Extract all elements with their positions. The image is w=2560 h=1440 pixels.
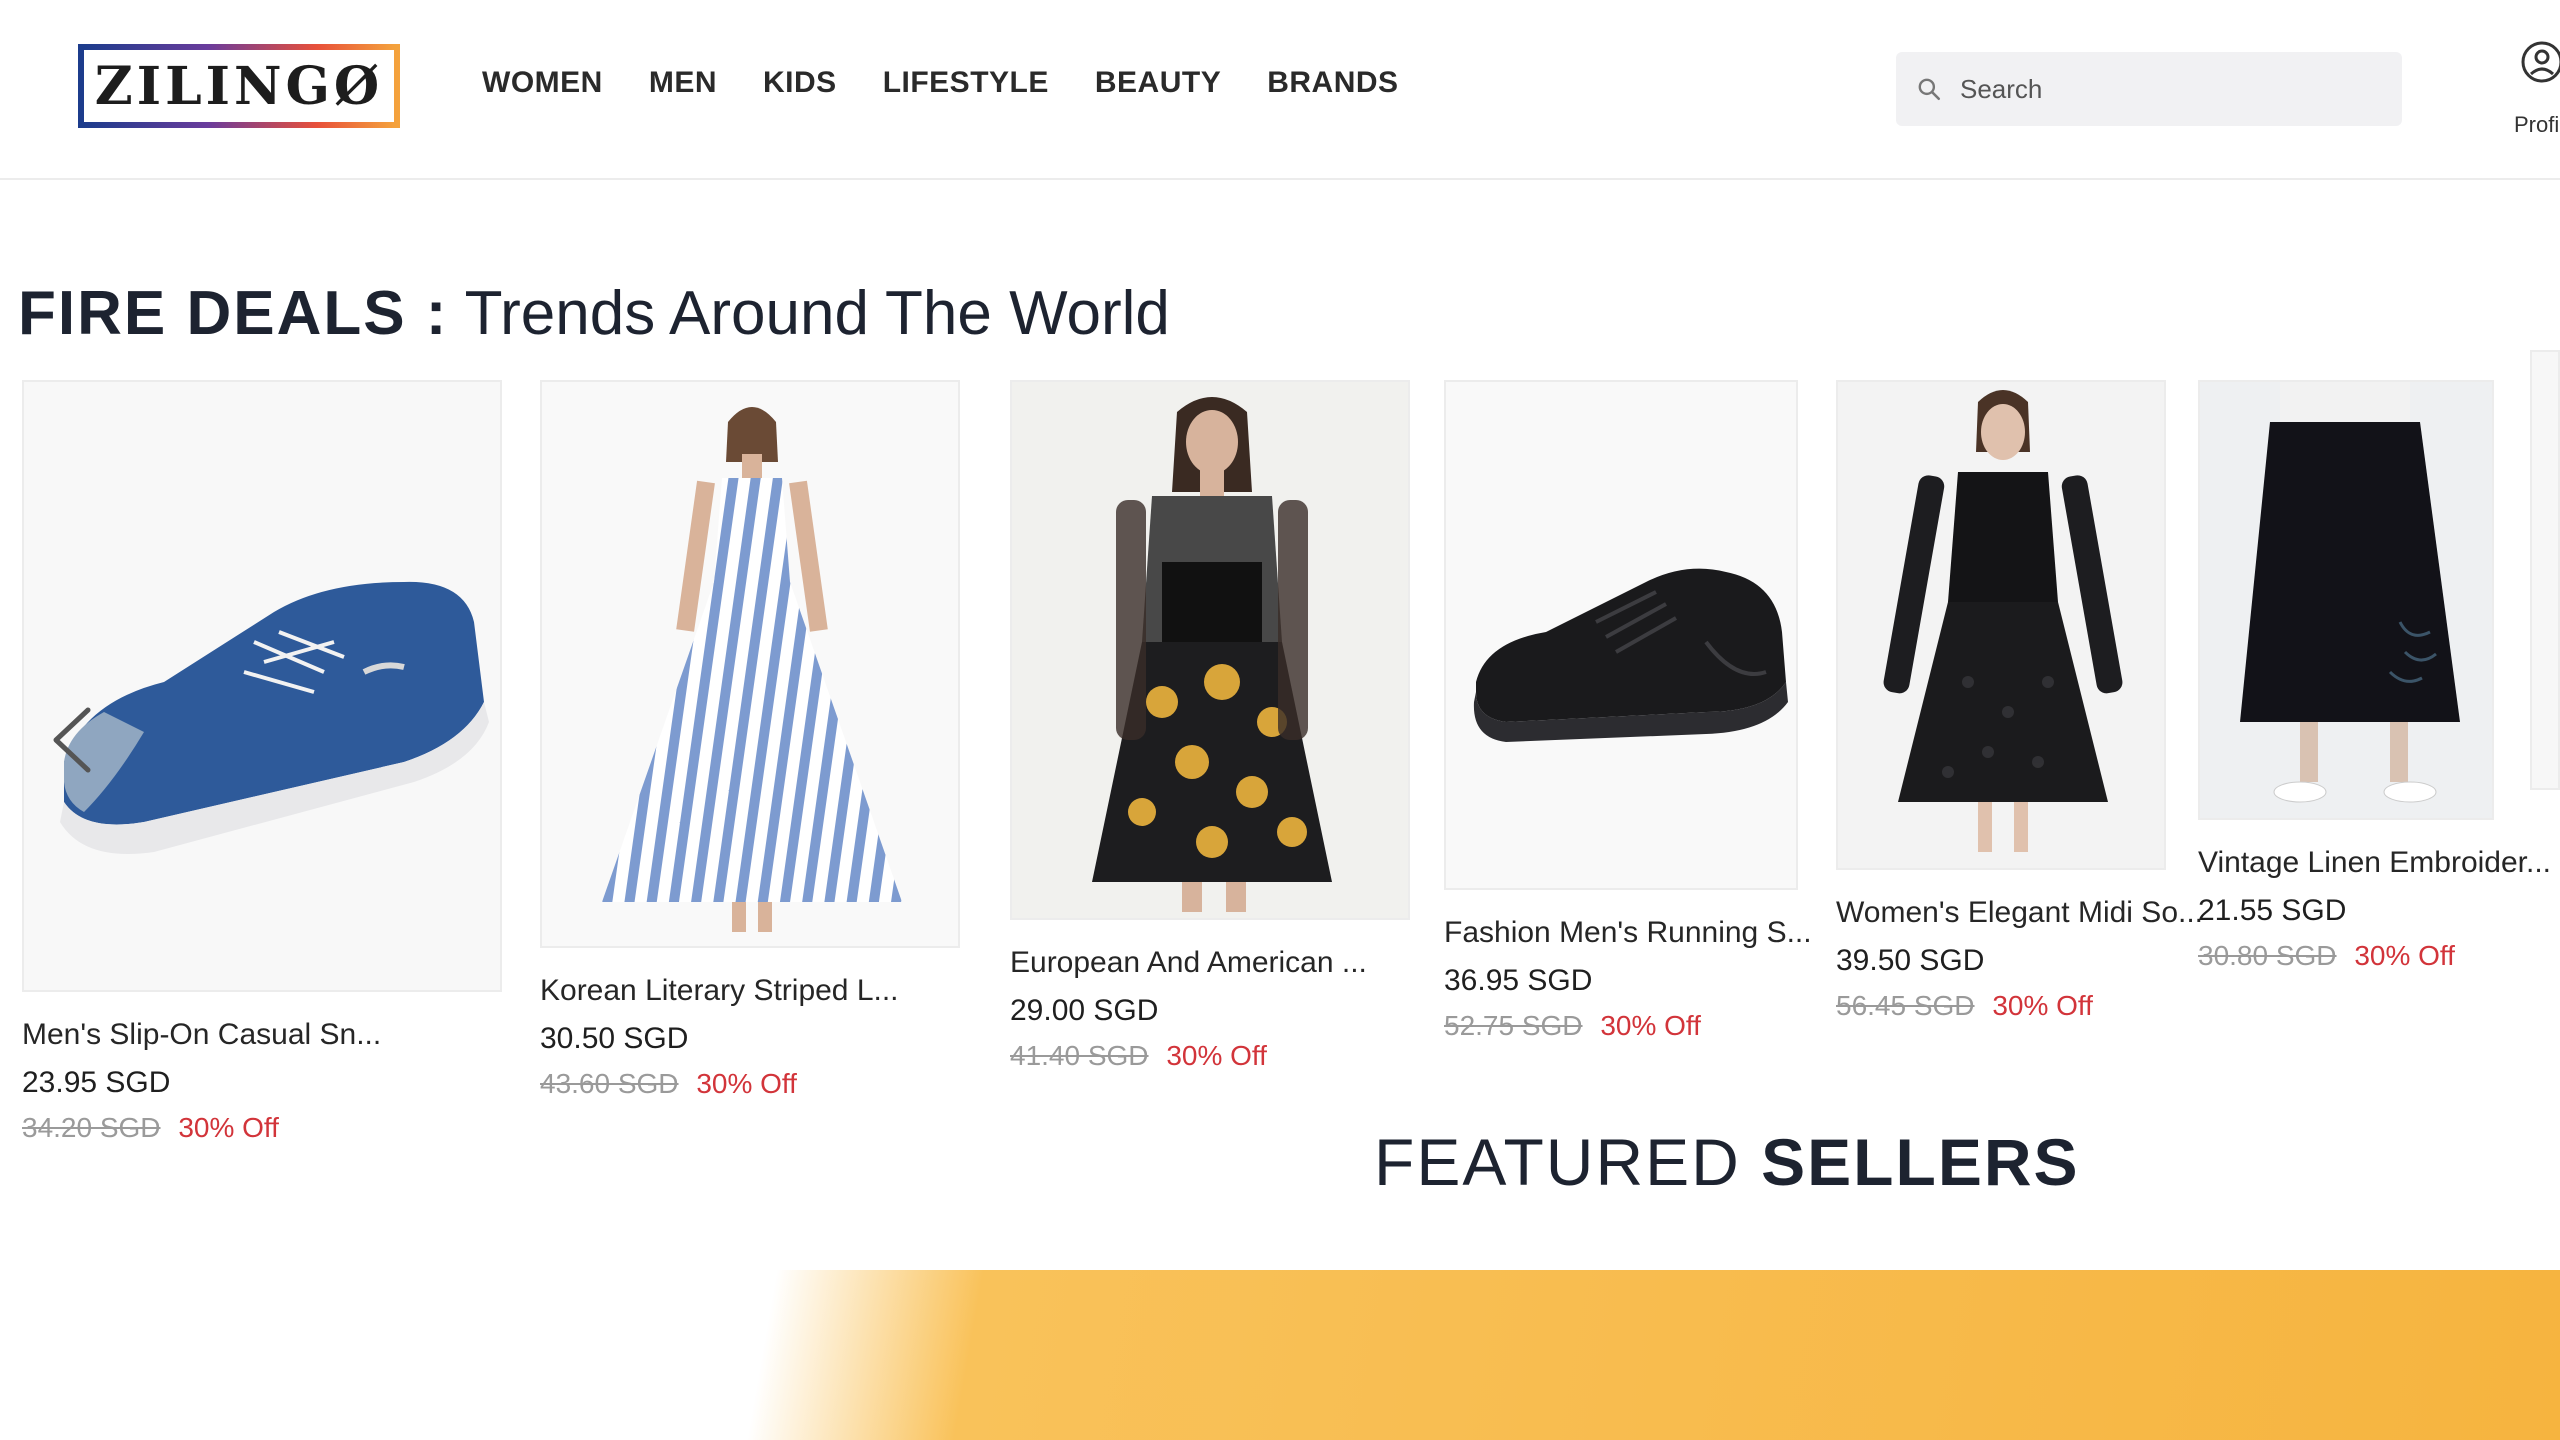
lace-dress-image <box>1883 390 2123 852</box>
product-discount: 30% Off <box>1166 1040 1267 1071</box>
product-discount: 30% Off <box>1600 1010 1701 1041</box>
fire-deals-title: FIRE DEALS : Trends Around The World <box>18 278 1170 349</box>
product-discount-row: 52.75 SGD 30% Off <box>1444 1010 1798 1042</box>
product-name[interactable]: Vintage Linen Embroider... <box>2198 846 2551 880</box>
user-icon <box>2521 41 2560 83</box>
nav-kids[interactable]: KIDS <box>763 66 837 100</box>
search-input[interactable] <box>1958 72 2378 106</box>
product-discount-row: 41.40 SGD 30% Off <box>1010 1040 1410 1072</box>
product-original-price: 30.80 SGD <box>2198 940 2337 971</box>
product-discount: 30% Off <box>2354 940 2455 971</box>
product-card[interactable]: Women's Elegant Midi So... 39.50 SGD 56.… <box>1836 380 2203 1022</box>
product-image[interactable] <box>540 380 960 948</box>
product-price: 29.00 SGD <box>1010 994 1159 1027</box>
carousel-prev-button[interactable] <box>44 700 104 780</box>
product-image[interactable] <box>1836 380 2166 870</box>
nav-men[interactable]: MEN <box>649 66 717 100</box>
fire-deals-title-strong: FIRE DEALS : <box>18 279 449 348</box>
product-carousel: Men's Slip-On Casual Sn... 23.95 SGD 34.… <box>0 350 2560 1143</box>
featured-title-light: FEATURED <box>1374 1125 1741 1199</box>
product-image[interactable] <box>2198 380 2494 820</box>
striped-dress-image <box>602 407 902 932</box>
product-discount-row: 56.45 SGD 30% Off <box>1836 990 2166 1022</box>
product-discount-row: 34.20 SGD 30% Off <box>22 1112 502 1144</box>
product-discount: 30% Off <box>1992 990 2093 1021</box>
product-price: 30.50 SGD <box>540 1022 689 1055</box>
fire-deals-title-rest: Trends Around The World <box>464 279 1170 348</box>
product-price: 39.50 SGD <box>1836 944 1985 977</box>
search-box[interactable] <box>1896 52 2402 126</box>
embroidered-skirt-image <box>2240 382 2460 803</box>
nav-brands[interactable]: BRANDS <box>1267 66 1398 100</box>
chevron-left-icon <box>53 707 91 773</box>
search-icon <box>1918 78 1941 101</box>
product-name[interactable]: Women's Elegant Midi So... <box>1836 896 2203 930</box>
floral-outfit-image <box>1092 397 1332 912</box>
product-original-price: 43.60 SGD <box>540 1068 679 1099</box>
profile-label: Profile <box>2514 112 2560 137</box>
product-original-price: 41.40 SGD <box>1010 1040 1149 1071</box>
product-original-price: 56.45 SGD <box>1836 990 1975 1021</box>
product-image[interactable] <box>1444 380 1798 890</box>
product-card[interactable]: Fashion Men's Running S... 36.95 SGD 52.… <box>1444 380 1812 1042</box>
featured-sellers-title: FEATURED SELLERS <box>1374 1124 2080 1200</box>
product-original-price: 52.75 SGD <box>1444 1010 1583 1041</box>
nav-lifestyle[interactable]: LIFESTYLE <box>883 66 1049 100</box>
profile-button[interactable]: Profile <box>2498 40 2560 140</box>
product-discount-row: 43.60 SGD 30% Off <box>540 1068 960 1100</box>
site-header: ZILINGØ WOMEN MEN KIDS LIFESTYLE BEAUTY … <box>0 0 2560 180</box>
featured-title-strong: SELLERS <box>1761 1125 2080 1199</box>
product-discount: 30% Off <box>696 1068 797 1099</box>
zilingo-logo[interactable]: ZILINGØ <box>78 44 400 128</box>
product-name[interactable]: Men's Slip-On Casual Sn... <box>22 1018 502 1052</box>
product-price: 23.95 SGD <box>22 1066 171 1099</box>
product-name[interactable]: Fashion Men's Running S... <box>1444 916 1812 950</box>
sneaker-image <box>60 581 489 854</box>
product-name[interactable]: European And American ... <box>1010 946 1410 980</box>
product-price: 21.55 SGD <box>2198 894 2347 927</box>
product-image[interactable] <box>1010 380 1410 920</box>
product-card[interactable]: Korean Literary Striped L... 30.50 SGD 4… <box>540 380 960 1100</box>
product-card-partial[interactable] <box>2530 350 2560 790</box>
product-image[interactable] <box>22 380 502 992</box>
featured-sellers-banner <box>0 1270 2560 1440</box>
main-nav: WOMEN MEN KIDS LIFESTYLE BEAUTY BRANDS <box>482 66 1399 100</box>
product-discount-row: 30.80 SGD 30% Off <box>2198 940 2494 972</box>
nav-beauty[interactable]: BEAUTY <box>1095 66 1221 100</box>
product-original-price: 34.20 SGD <box>22 1112 161 1143</box>
product-card[interactable]: Vintage Linen Embroider... 21.55 SGD 30.… <box>2198 380 2551 972</box>
product-discount: 30% Off <box>178 1112 279 1143</box>
product-card[interactable]: European And American ... 29.00 SGD 41.4… <box>1010 380 1410 1072</box>
product-price: 36.95 SGD <box>1444 964 1593 997</box>
nav-women[interactable]: WOMEN <box>482 66 603 100</box>
running-shoe-image <box>1473 568 1788 742</box>
product-name[interactable]: Korean Literary Striped L... <box>540 974 960 1008</box>
